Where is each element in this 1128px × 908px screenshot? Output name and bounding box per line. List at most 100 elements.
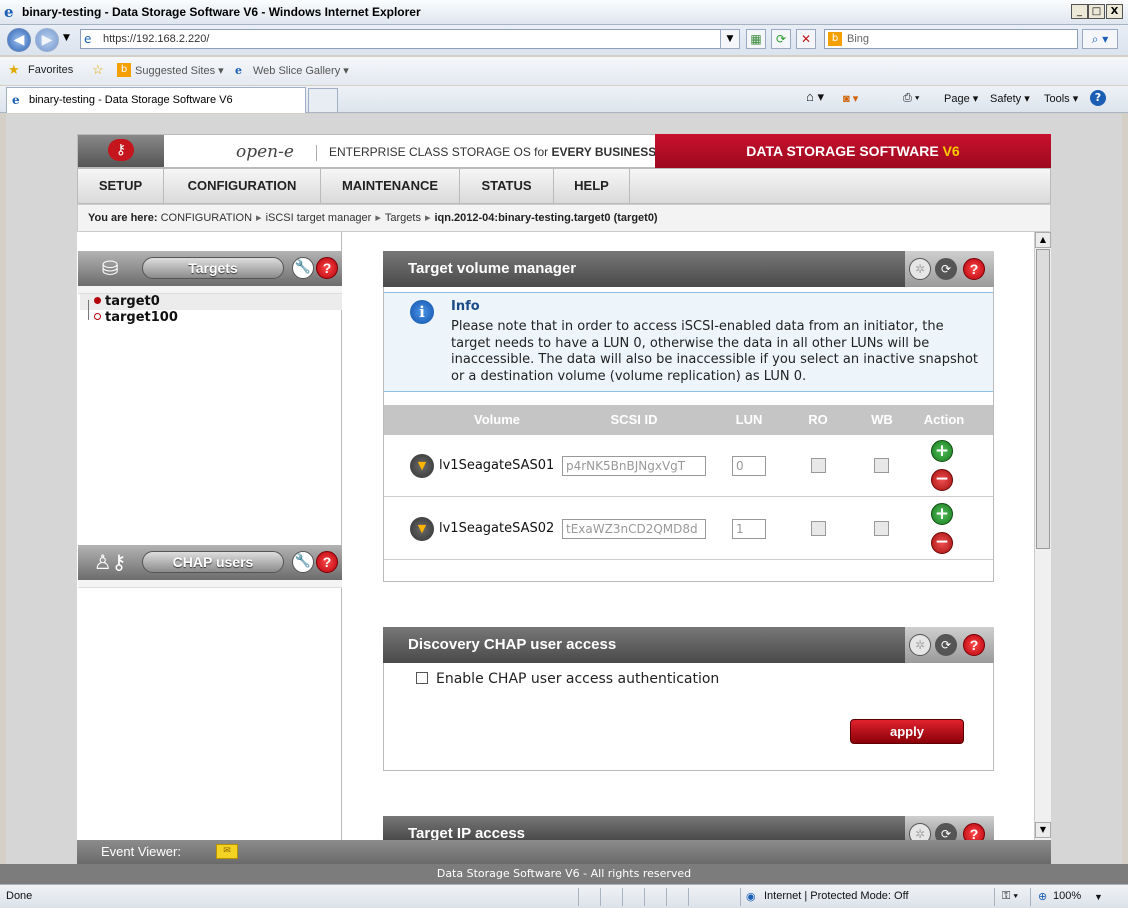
tree-node-icon: [94, 313, 101, 320]
scroll-down-button[interactable]: ▼: [1035, 822, 1051, 838]
wb-checkbox[interactable]: [874, 521, 889, 536]
address-text: https://192.168.2.220/: [103, 33, 210, 45]
enable-chap-label: Enable CHAP user access authentication: [436, 671, 720, 687]
remove-volume-icon[interactable]: −: [931, 532, 953, 554]
globe-icon: ◉: [746, 891, 756, 903]
envelope-icon[interactable]: ✉: [216, 844, 238, 859]
targets-settings-icon[interactable]: 🔧: [292, 257, 314, 279]
help-icon[interactable]: ?: [963, 823, 985, 840]
refresh-icon[interactable]: ⟳: [935, 634, 957, 656]
ip-access-header: Target IP access ✲ ⟳ ?: [383, 816, 994, 840]
stop-button[interactable]: ✕: [796, 29, 816, 49]
refresh-icon[interactable]: ⟳: [935, 823, 957, 840]
content-scrollbar[interactable]: ▲ ▼: [1034, 232, 1051, 840]
forward-button[interactable]: ▶: [35, 28, 59, 52]
lun-field[interactable]: 0: [732, 456, 766, 476]
status-divider: [666, 888, 667, 906]
chap-help-icon[interactable]: ?: [316, 551, 338, 573]
chap-settings-icon[interactable]: 🔧: [292, 551, 314, 573]
feeds-icon[interactable]: ◙ ▾: [843, 92, 858, 105]
gear-icon[interactable]: ✲: [909, 258, 931, 280]
browser-tab[interactable]: e binary-testing - Data Storage Software…: [6, 87, 306, 113]
scsi-id-field[interactable]: p4rNK5BnBJNgxVgT: [562, 456, 706, 476]
chap-panel-header: ♙⚷ CHAP users 🔧 ?: [78, 545, 342, 581]
breadcrumb-item[interactable]: CONFIGURATION: [161, 212, 252, 224]
back-button[interactable]: ◀: [7, 28, 31, 52]
suggested-sites-link[interactable]: Suggested Sites ▾: [135, 64, 224, 77]
col-wb: WB: [871, 412, 893, 427]
status-divider: [688, 888, 689, 906]
box-tools: ✲ ⟳ ?: [905, 627, 994, 663]
history-dropdown-icon[interactable]: ▼: [63, 33, 70, 43]
help-icon[interactable]: ?: [963, 634, 985, 656]
search-field[interactable]: b Bing: [824, 29, 1078, 49]
favorites-button[interactable]: Favorites: [28, 64, 73, 76]
chap-users-icon: ♙⚷: [93, 550, 127, 574]
targets-help-icon[interactable]: ?: [316, 257, 338, 279]
zoom-dropdown-icon[interactable]: ▼: [1094, 892, 1103, 902]
menu-status[interactable]: STATUS: [460, 169, 554, 203]
compatibility-view-button[interactable]: ▦: [746, 29, 766, 49]
targets-panel-header: ⛁ Targets 🔧 ?: [78, 251, 342, 287]
targets-title: Targets: [142, 257, 284, 279]
enable-chap-checkbox[interactable]: [416, 672, 428, 684]
scsi-id-field[interactable]: tExaWZ3nCD2QMD8d: [562, 519, 706, 539]
menu-configuration[interactable]: CONFIGURATION: [164, 169, 321, 203]
new-tab-button[interactable]: [308, 88, 338, 112]
logout-key-icon[interactable]: ⚷: [78, 135, 164, 167]
refresh-button[interactable]: ⟳: [771, 29, 791, 49]
breadcrumb-item[interactable]: Targets: [385, 212, 421, 224]
apply-button[interactable]: apply: [850, 719, 964, 744]
product-banner: DATA STORAGE SOFTWARE V6: [655, 134, 1051, 168]
add-volume-icon[interactable]: +: [931, 503, 953, 525]
web-slice-gallery-link[interactable]: Web Slice Gallery ▾: [253, 64, 349, 77]
breadcrumb: You are here: CONFIGURATION ▸ iSCSI target…: [77, 204, 1051, 232]
page-icon: e: [84, 32, 92, 46]
add-volume-icon[interactable]: +: [931, 440, 953, 462]
row-expand-icon[interactable]: ▼: [410, 454, 434, 478]
remove-volume-icon[interactable]: −: [931, 469, 953, 491]
lun-field[interactable]: 1: [732, 519, 766, 539]
menu-help[interactable]: HELP: [554, 169, 630, 203]
tools-menu[interactable]: Tools ▾: [1044, 92, 1078, 105]
col-ro: RO: [808, 412, 828, 427]
ro-checkbox[interactable]: [811, 458, 826, 473]
scroll-thumb[interactable]: [1036, 249, 1050, 549]
scroll-up-button[interactable]: ▲: [1035, 232, 1051, 248]
close-window-button[interactable]: X: [1106, 4, 1123, 19]
ro-checkbox[interactable]: [811, 521, 826, 536]
discovery-chap-header: Discovery CHAP user access ✲ ⟳ ?: [383, 627, 994, 663]
search-placeholder: Bing: [847, 33, 870, 45]
chap-panel-collapse[interactable]: [78, 580, 342, 588]
product-name: DATA STORAGE SOFTWARE: [746, 143, 943, 159]
maximize-button[interactable]: □: [1088, 4, 1105, 19]
gear-icon[interactable]: ✲: [909, 823, 931, 840]
address-dropdown-button[interactable]: ▼: [720, 29, 740, 49]
safety-menu[interactable]: Safety ▾: [990, 92, 1030, 105]
targets-panel-collapse[interactable]: [78, 286, 342, 294]
help-icon[interactable]: ?: [1090, 90, 1106, 106]
minimize-button[interactable]: _: [1071, 4, 1088, 19]
wb-checkbox[interactable]: [874, 458, 889, 473]
print-icon[interactable]: ⎙ ▾: [903, 92, 919, 105]
tree-item-target100[interactable]: target100: [84, 310, 178, 325]
menu-maintenance[interactable]: MAINTENANCE: [321, 169, 460, 203]
protected-mode-icon[interactable]: ⚿ ▾: [1002, 890, 1018, 903]
window-title: binary-testing - Data Storage Software V…: [22, 5, 421, 19]
tree-item-target0[interactable]: target0: [84, 294, 160, 309]
row-expand-icon[interactable]: ▼: [410, 517, 434, 541]
zoom-level[interactable]: 100%: [1053, 890, 1081, 902]
status-text: Done: [6, 890, 33, 902]
page-menu[interactable]: Page ▾: [944, 92, 978, 105]
gear-icon[interactable]: ✲: [909, 634, 931, 656]
home-icon[interactable]: ⌂ ▾: [806, 89, 824, 105]
add-favorites-icon[interactable]: ☆: [92, 62, 104, 78]
breadcrumb-item[interactable]: iSCSI target manager: [266, 212, 372, 224]
address-field[interactable]: e https://192.168.2.220/: [80, 29, 738, 49]
search-button[interactable]: ⌕ ▾: [1082, 29, 1118, 49]
refresh-icon[interactable]: ⟳: [935, 258, 957, 280]
help-icon[interactable]: ?: [963, 258, 985, 280]
menu-setup[interactable]: SETUP: [78, 169, 164, 203]
main-menu: SETUP CONFIGURATION MAINTENANCE STATUS H…: [77, 168, 1051, 204]
tagline-prefix: ENTERPRISE CLASS STORAGE OS for: [329, 145, 552, 159]
